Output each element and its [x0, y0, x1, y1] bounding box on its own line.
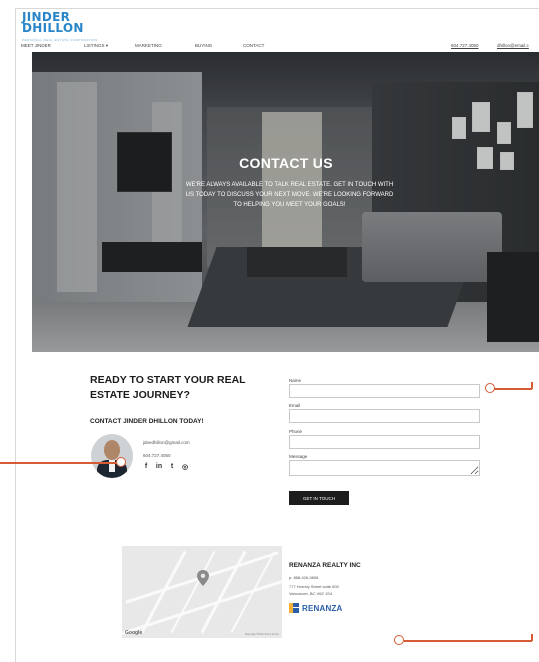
hero-description: We're always available to talk real esta…: [185, 182, 394, 208]
facebook-icon[interactable]: f: [142, 463, 150, 471]
annotation-line-company: [404, 640, 532, 642]
linkedin-icon[interactable]: in: [155, 463, 163, 471]
map-pin-icon[interactable]: [197, 570, 209, 586]
instagram-icon[interactable]: ◎: [181, 463, 189, 471]
twitter-icon[interactable]: t: [168, 463, 176, 471]
renanza-mark-icon: [289, 603, 299, 613]
annotation-dot-company: [394, 635, 404, 645]
contact-subheading: CONTACT JINDER DHILLON TODAY!: [90, 418, 204, 425]
avatar: [91, 434, 133, 478]
annotation-line-avatar: [0, 462, 118, 464]
message-field[interactable]: [289, 460, 480, 476]
nav-item-contact[interactable]: Contact: [243, 43, 264, 48]
annotation-dot-form: [485, 383, 495, 393]
annotation-line-form-tick: [531, 382, 533, 389]
message-label: Message: [289, 454, 308, 459]
webpage: JINDER DHILLON PERSONAL REAL ESTATE CORP…: [15, 8, 539, 662]
company-phone: p: 888-426-0808: [289, 575, 319, 580]
nav-item-listings[interactable]: Listings ▾: [84, 43, 108, 49]
map-terms[interactable]: Map data ©2020 Terms of Use: [245, 633, 279, 636]
company-address-line-2: Vancouver, BC V6Z 1S4: [289, 591, 333, 596]
name-label: Name: [289, 378, 302, 383]
nav-phone-link[interactable]: 604.727.4050: [451, 43, 479, 48]
phone-label: Phone: [289, 429, 303, 434]
nav-item-marketing[interactable]: Marketing: [135, 43, 162, 48]
get-in-touch-button[interactable]: GET IN TOUCH: [289, 491, 349, 505]
brand-logo[interactable]: JINDER DHILLON PERSONAL REAL ESTATE CORP…: [22, 11, 98, 46]
company-address-line-1: 777 Hornby Street suite 600: [289, 584, 339, 589]
agent-email-link[interactable]: jdeedhillon@gmail.com: [143, 440, 190, 445]
annotation-line-company-tick: [531, 634, 533, 641]
hero-banner: CONTACT US We're always available to tal…: [32, 52, 539, 352]
contact-heading: READY TO START YOUR REAL ESTATE JOURNEY?: [90, 374, 246, 401]
email-field[interactable]: [289, 409, 480, 423]
name-field[interactable]: [289, 384, 480, 398]
annotation-dot-avatar: [116, 457, 126, 467]
email-label: Email: [289, 403, 301, 408]
nav-item-buying[interactable]: Buying: [195, 43, 212, 48]
company-name: RENANZA REALTY INC: [289, 562, 361, 569]
agent-phone-link[interactable]: 604.727.4050: [143, 453, 171, 458]
phone-field[interactable]: [289, 435, 480, 449]
google-logo: Google: [125, 630, 143, 636]
brand-line-2: DHILLON: [22, 21, 84, 35]
location-map[interactable]: Google Map data ©2020 Terms of Use: [122, 546, 282, 638]
renanza-wordmark: RENANZA: [302, 603, 343, 613]
renanza-logo: RENANZA: [289, 603, 343, 613]
hero-title: CONTACT US: [239, 155, 333, 171]
nav-item-meet-jinder[interactable]: Meet Jinder: [21, 43, 51, 48]
social-links: f in t ◎: [142, 463, 189, 471]
annotation-line-form: [494, 388, 532, 390]
nav-email-link[interactable]: dhillon@email.c: [497, 43, 529, 48]
